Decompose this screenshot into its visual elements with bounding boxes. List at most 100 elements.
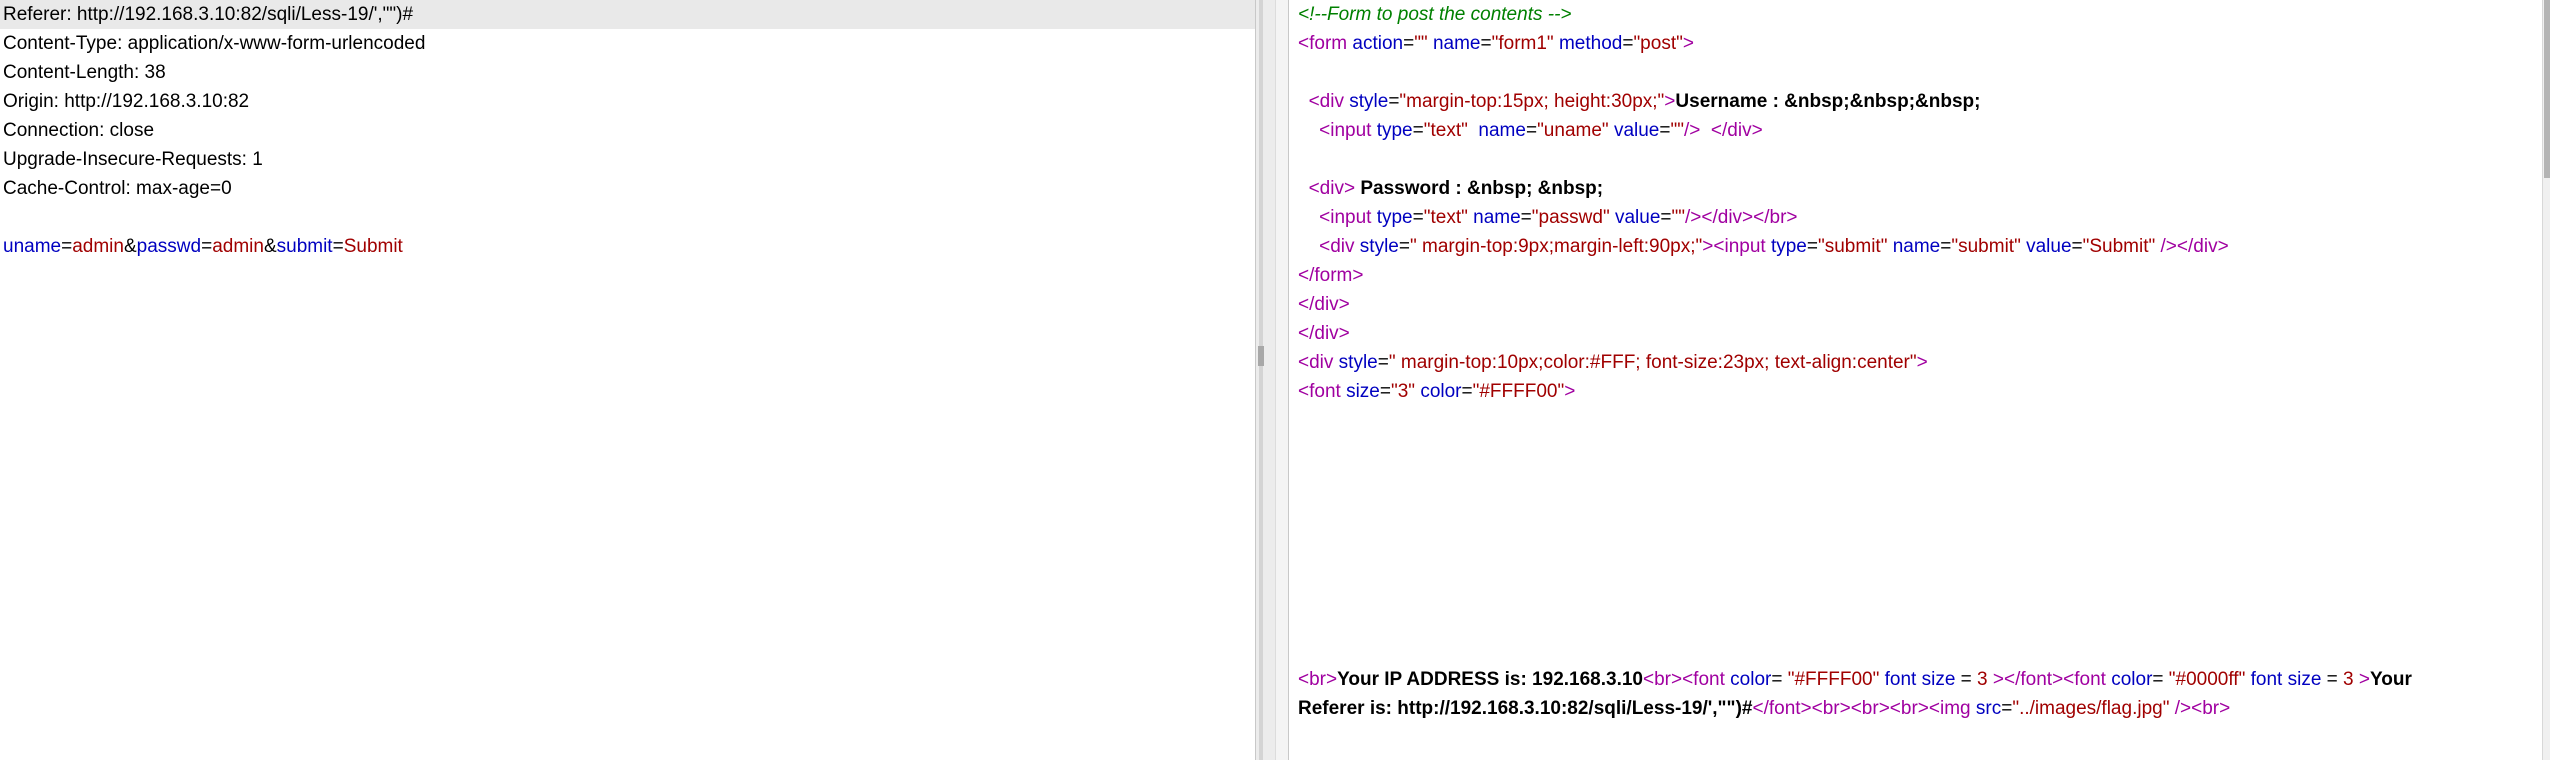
splitter-grip[interactable]: [1259, 0, 1263, 760]
response-code-line[interactable]: <div> Password : &nbsp; &nbsp;: [1298, 174, 1604, 203]
code-token-str: "#FFFF00": [1787, 669, 1880, 690]
code-token-str: "text": [1423, 120, 1468, 141]
code-token-attr: style: [1349, 91, 1389, 112]
param-separator: &: [123, 236, 137, 257]
response-code-line[interactable]: </div>: [1298, 290, 1350, 319]
code-token-str: "#FFFF00": [1472, 381, 1565, 402]
code-token-tag: </form>: [1298, 265, 1364, 286]
splitter-edge: [1275, 0, 1288, 760]
code-token-attr: src: [1975, 698, 2002, 719]
code-token-attr: action: [1352, 33, 1404, 54]
response-code-line[interactable]: <form action="" name="form1" method="pos…: [1298, 29, 1694, 58]
code-token-tag: >: [1916, 352, 1928, 373]
code-token-plain: =: [2152, 669, 2169, 690]
response-scrollbar[interactable]: [2542, 0, 2550, 760]
request-header-line[interactable]: Cache-Control: max-age=0: [3, 174, 232, 203]
request-body-line[interactable]: uname=admin&passwd=admin&submit=Submit: [3, 232, 403, 261]
code-token-str: 3: [2343, 669, 2354, 690]
code-token-txt: Referer is: http://192.168.3.10:82/sqli/…: [1298, 698, 1753, 719]
code-token-plain: =: [1771, 669, 1788, 690]
code-token-str: "../images/flag.jpg": [2012, 698, 2170, 719]
code-token-str: "uname": [1537, 120, 1609, 141]
response-code-line[interactable]: <div style="margin-top:15px; height:30px…: [1298, 87, 1981, 116]
response-code-line[interactable]: <br>Your IP ADDRESS is: 192.168.3.10<br>…: [1298, 665, 2412, 694]
code-token-attr: font size: [1884, 669, 1956, 690]
code-token-plain: =: [1659, 120, 1671, 141]
param-equals: =: [332, 236, 344, 257]
code-token-plain: =: [2321, 669, 2344, 690]
code-token-plain: =: [1412, 207, 1424, 228]
code-token-attr: color: [2111, 669, 2153, 690]
code-token-tag: <input: [1319, 207, 1377, 228]
code-token-tag: </div>: [1298, 294, 1350, 315]
code-token-tag: <br><font: [1643, 669, 1731, 690]
request-header-line[interactable]: Upgrade-Insecure-Requests: 1: [3, 145, 263, 174]
code-token-tag: </div>: [1298, 323, 1350, 344]
code-token-attr: name: [1478, 120, 1526, 141]
response-code-line[interactable]: </div>: [1298, 319, 1350, 348]
code-token-attr: name: [1473, 207, 1521, 228]
param-key: passwd: [136, 236, 202, 257]
code-token-str: "": [1414, 33, 1428, 54]
code-token-str: "": [1671, 207, 1686, 228]
response-code-line[interactable]: <input type="text" name="uname" value=""…: [1298, 116, 1763, 145]
response-code-line[interactable]: <!--Form to post the contents -->: [1298, 0, 1572, 29]
request-header-line[interactable]: Connection: close: [3, 116, 154, 145]
code-token-txt: Your: [2370, 669, 2412, 690]
request-header-line[interactable]: Origin: http://192.168.3.10:82: [3, 87, 249, 116]
burp-message-viewer: Referer: http://192.168.3.10:82/sqli/Les…: [0, 0, 2550, 760]
code-token-tag: />: [1683, 120, 1701, 141]
response-code-line[interactable]: <input type="text" name="passwd" value="…: [1298, 203, 1798, 232]
splitter-handle-icon[interactable]: [1258, 346, 1264, 366]
response-code-line[interactable]: </form>: [1298, 261, 1363, 290]
param-key: uname: [3, 236, 62, 257]
response-code-line[interactable]: <div style=" margin-top:10px;color:#FFF;…: [1298, 348, 1928, 377]
code-token-attr: type: [1376, 120, 1413, 141]
code-token-tag: >: [2358, 669, 2371, 690]
request-header-line[interactable]: Referer: http://192.168.3.10:82/sqli/Les…: [0, 0, 1255, 29]
code-token-tag: <font: [1298, 381, 1347, 402]
code-token-plain: =: [1398, 236, 1410, 257]
param-equals: =: [61, 236, 73, 257]
code-token-plain: =: [1377, 352, 1389, 373]
code-token-plain: =: [2071, 236, 2083, 257]
param-separator: &: [263, 236, 277, 257]
response-code-line[interactable]: Referer is: http://192.168.3.10:82/sqli/…: [1298, 694, 2230, 723]
scrollbar-thumb[interactable]: [2544, 0, 2550, 178]
code-token-tag: ></font><font: [1992, 669, 2112, 690]
code-token-str: "#0000ff": [2168, 669, 2246, 690]
response-editor[interactable]: <!--Form to post the contents --> <form a…: [1289, 0, 2542, 760]
pane-splitter[interactable]: [1255, 0, 1289, 760]
code-token-plain: =: [1622, 33, 1634, 54]
code-token-plain: =: [1955, 669, 1978, 690]
code-token-plain: =: [1480, 33, 1492, 54]
code-token-tag: <input: [1319, 120, 1377, 141]
code-token-str: "form1": [1491, 33, 1554, 54]
param-value: admin: [212, 236, 264, 257]
code-token-tag: </div>: [1710, 120, 1763, 141]
code-token-tag: /><br>: [2174, 698, 2231, 719]
response-code-line[interactable]: <font size="3" color="#FFFF00">: [1298, 377, 1575, 406]
code-token-attr: value: [2026, 236, 2072, 257]
code-token-plain: =: [1461, 381, 1473, 402]
code-token-tag: /></div></br>: [1685, 207, 1798, 228]
code-token-attr: type: [1770, 236, 1807, 257]
code-token-attr: method: [1558, 33, 1623, 54]
code-token-str: " margin-top:9px;margin-left:90px;": [1409, 236, 1703, 257]
code-token-tag: <div: [1298, 352, 1339, 373]
code-token-str: "passwd": [1531, 207, 1610, 228]
request-header-line[interactable]: Content-Length: 38: [3, 58, 166, 87]
code-token-tag: <div: [1308, 91, 1350, 112]
response-code-line[interactable]: <div style=" margin-top:9px;margin-left:…: [1298, 232, 2229, 261]
code-token-str: "text": [1423, 207, 1468, 228]
request-editor[interactable]: Referer: http://192.168.3.10:82/sqli/Les…: [0, 0, 1255, 760]
code-token-plain: =: [1520, 207, 1532, 228]
param-value: admin: [72, 236, 124, 257]
request-header-line[interactable]: Content-Type: application/x-www-form-url…: [3, 29, 425, 58]
code-token-tag: >: [1564, 381, 1576, 402]
code-token-plain: =: [1806, 236, 1818, 257]
